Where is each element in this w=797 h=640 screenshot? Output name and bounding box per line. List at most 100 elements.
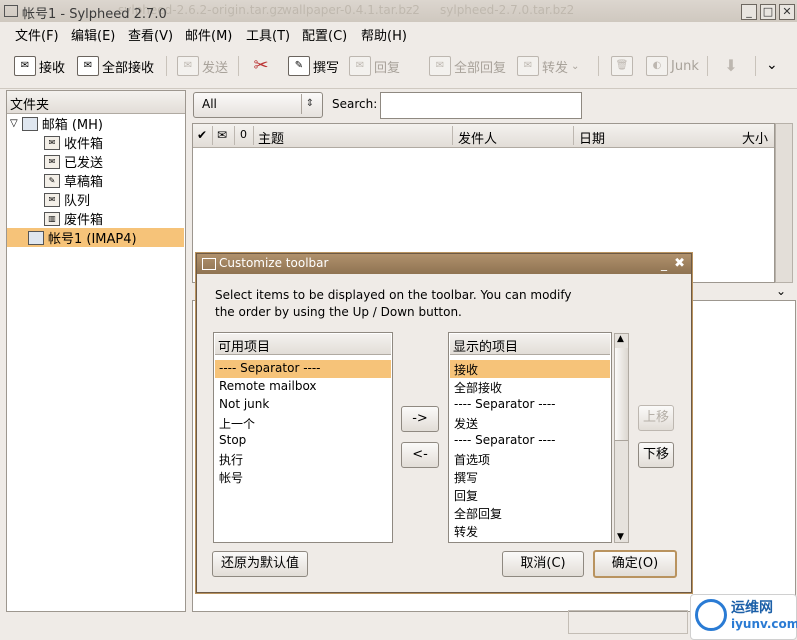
send-button[interactable]: ✉ 发送 — [177, 54, 228, 78]
junk-button[interactable]: ◐ Junk — [646, 54, 699, 78]
column-from[interactable]: 发件人 — [458, 128, 497, 147]
receive-all-button[interactable]: ✉ 全部接收 — [77, 54, 154, 78]
column-separator — [234, 126, 235, 145]
maximize-button[interactable]: □ — [760, 4, 776, 20]
add-item-button[interactable]: -> — [401, 406, 439, 432]
folder-pane: 文件夹 ▽ 邮箱 (MH) ✉ 收件箱 ✉ 已发送 ✎ 草稿箱 ✉ 队列 ▥ 废… — [6, 90, 186, 612]
displayed-item[interactable]: ---- Separator ---- — [450, 396, 610, 414]
folder-sent[interactable]: ✉ 已发送 — [44, 152, 103, 171]
folder-pane-header[interactable]: 文件夹 — [7, 91, 185, 114]
displayed-list-scrollbar[interactable]: ▲ ▼ — [614, 333, 629, 543]
available-item-label: Not junk — [219, 397, 270, 411]
displayed-item-label: 发送 — [454, 417, 479, 431]
menu-view[interactable]: 查看(V) — [128, 25, 173, 44]
message-list-scrollbar[interactable] — [775, 123, 793, 283]
menu-help[interactable]: 帮助(H) — [361, 25, 407, 44]
reset-default-button[interactable]: 还原为默认值 — [212, 551, 308, 577]
displayed-items-list[interactable]: 显示的项目 接收 全部接收 ---- Separator ---- 发送 ---… — [448, 332, 612, 543]
folder-label: 已发送 — [64, 156, 104, 171]
folder-trash[interactable]: ▥ 废件箱 — [44, 209, 103, 228]
forward-dropdown-icon[interactable]: ⌄ — [571, 61, 579, 72]
scrollbar-thumb[interactable] — [615, 348, 628, 441]
dialog-minimize-button[interactable]: _ — [661, 257, 667, 271]
displayed-item[interactable]: 转发 — [450, 522, 610, 540]
move-down-button[interactable]: 下移 — [638, 442, 674, 468]
preferences-button[interactable]: ✂ — [251, 54, 271, 78]
mailbox-folder-icon — [21, 116, 38, 131]
expander-icon[interactable]: ▽ — [10, 118, 18, 129]
displayed-item[interactable]: 撰写 — [450, 468, 610, 486]
window-titlebar[interactable]: sylpheed-2.7.0.tar.bz2 wallpaper-0.4.1.t… — [0, 0, 797, 23]
available-item[interactable]: Stop — [215, 432, 391, 450]
folder-queue[interactable]: ✉ 队列 — [44, 190, 90, 209]
reply-button[interactable]: ✉ 回复 — [349, 54, 400, 78]
remove-item-button[interactable]: <- — [401, 442, 439, 468]
available-item[interactable]: 上一个 — [215, 414, 391, 432]
folder-label: 收件箱 — [64, 137, 104, 152]
available-item-label: Stop — [219, 433, 247, 447]
available-item[interactable]: ---- Separator ---- — [215, 360, 391, 378]
cancel-button[interactable]: 取消(C) — [502, 551, 584, 577]
filter-combobox[interactable]: All ⇕ — [193, 92, 323, 118]
receive-button[interactable]: ✉ 接收 — [14, 54, 65, 78]
app-icon — [4, 5, 18, 17]
folder-header-label: 文件夹 — [10, 98, 50, 113]
scroll-down-icon[interactable]: ▼ — [617, 532, 624, 542]
menu-file[interactable]: 文件(F) — [15, 25, 59, 44]
forward-button[interactable]: ✉ 转发 ⌄ — [517, 54, 579, 78]
toolbar-separator — [707, 56, 708, 76]
available-items-list[interactable]: 可用项目 ---- Separator ---- Remote mailbox … — [213, 332, 393, 543]
menu-tools[interactable]: 工具(T) — [246, 25, 290, 44]
folder-inbox[interactable]: ✉ 收件箱 — [44, 133, 103, 152]
menu-edit[interactable]: 编辑(E) — [71, 25, 115, 44]
mark-column-icon[interactable]: ✔ — [197, 128, 207, 142]
displayed-item[interactable]: 全部回复 — [450, 504, 610, 522]
receive-label: 接收 — [39, 60, 66, 76]
displayed-item-label: 接收 — [454, 363, 479, 377]
pane-chevron-down-icon[interactable]: ⌄ — [776, 284, 786, 298]
next-button[interactable]: ⬇ — [721, 54, 741, 78]
displayed-item[interactable]: 首选项 — [450, 450, 610, 468]
move-up-button[interactable]: 上移 — [638, 405, 674, 431]
column-size[interactable]: 大小 — [742, 128, 768, 147]
reply-all-button[interactable]: ✉ 全部回复 — [429, 54, 506, 78]
available-item[interactable]: Remote mailbox — [215, 378, 391, 396]
dialog-titlebar[interactable]: Customize toolbar _ ✖ — [197, 254, 691, 274]
ok-button[interactable]: 确定(O) — [593, 550, 677, 578]
displayed-items-header[interactable]: 显示的项目 — [450, 334, 610, 355]
minimize-button[interactable]: _ — [741, 4, 757, 20]
displayed-item[interactable]: 发送 — [450, 414, 610, 432]
combo-arrows-icon: ⇕ — [301, 94, 318, 114]
toolbar-separator — [238, 56, 239, 76]
displayed-item[interactable]: ---- Separator ---- — [450, 432, 610, 450]
dialog-close-button[interactable]: ✖ — [674, 256, 685, 271]
window-title: 帐号1 - Sylpheed 2.7.0 — [22, 7, 167, 22]
column-separator — [452, 126, 453, 145]
column-separator — [573, 126, 574, 145]
column-date[interactable]: 日期 — [579, 128, 605, 147]
menu-configuration[interactable]: 配置(C) — [302, 25, 347, 44]
search-input[interactable] — [380, 92, 582, 119]
toolbar-overflow-chevron-icon[interactable]: ⌄ — [766, 57, 778, 73]
menu-message[interactable]: 邮件(M) — [185, 25, 232, 44]
available-item[interactable]: Not junk — [215, 396, 391, 414]
mail-send-icon: ✉ — [177, 56, 199, 76]
displayed-item[interactable]: 接收 — [450, 360, 610, 378]
scroll-up-icon[interactable]: ▲ — [617, 334, 624, 344]
displayed-item[interactable]: 回复 — [450, 486, 610, 504]
folder-drafts[interactable]: ✎ 草稿箱 — [44, 171, 103, 190]
forward-icon: ✉ — [517, 56, 539, 76]
unread-column-icon[interactable]: ✉ — [217, 128, 227, 142]
close-button[interactable]: ✕ — [779, 4, 795, 20]
delete-button[interactable]: 🗑 — [611, 54, 633, 78]
folder-account-imap[interactable]: 帐号1 (IMAP4) — [7, 228, 184, 247]
displayed-item[interactable]: 全部接收 — [450, 378, 610, 396]
folder-mailbox-mh[interactable]: ▽ 邮箱 (MH) — [10, 114, 103, 133]
column-subject[interactable]: 主题 — [258, 128, 284, 147]
attachment-column-icon[interactable]: 0 — [240, 128, 247, 141]
compose-button[interactable]: ✎ 撰写 — [288, 54, 339, 78]
available-items-header[interactable]: 可用项目 — [215, 334, 391, 355]
available-item[interactable]: 帐号 — [215, 468, 391, 486]
draft-icon: ✎ — [44, 173, 60, 188]
available-item[interactable]: 执行 — [215, 450, 391, 468]
